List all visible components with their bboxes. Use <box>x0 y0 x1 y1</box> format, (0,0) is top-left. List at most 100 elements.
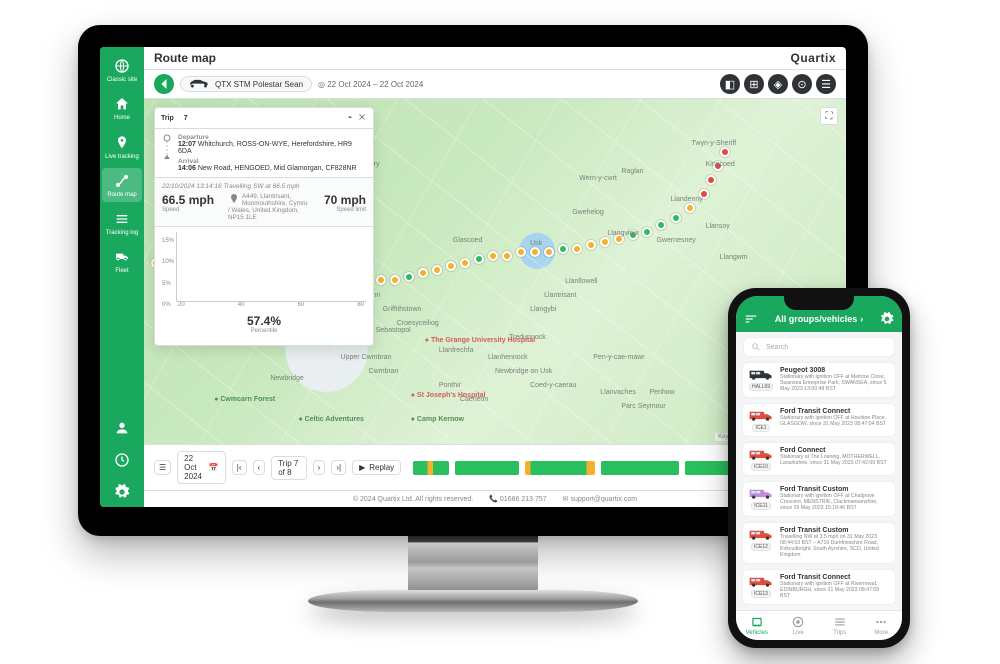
sidebar: Classic site Home Live tracking Route ma… <box>100 47 144 507</box>
close-icon[interactable] <box>357 112 367 122</box>
mobile-search[interactable]: Search <box>743 337 895 357</box>
last-trip-button[interactable]: ›| <box>331 460 346 475</box>
home-icon <box>113 95 131 113</box>
trip-pager[interactable]: Trip 7 of 8 <box>271 456 306 480</box>
nav-tab-live[interactable]: Live <box>778 611 820 640</box>
fullscreen-button[interactable]: ⛶ <box>820 107 838 125</box>
pin-icon <box>228 193 240 205</box>
sidebar-item-classic site[interactable]: Classic site <box>102 53 142 87</box>
place-label: Glascoed <box>453 237 483 244</box>
route-timeline-icon <box>162 134 172 162</box>
vehicle-id-tag: ICE13 <box>751 590 771 598</box>
sidebar-item-route map[interactable]: Route map <box>102 168 142 202</box>
place-label: Gwehelog <box>572 209 604 216</box>
place-label: Cwmbran <box>369 368 399 375</box>
globe-icon <box>113 57 131 75</box>
place-label: Usk <box>530 240 542 247</box>
place-label: Llanfrechfa <box>439 347 474 354</box>
vehicle-row[interactable]: ICE12 Ford Transit CustomTravelling NW a… <box>742 522 896 564</box>
sidebar-clock[interactable] <box>102 447 142 475</box>
brand-logo: Quartix <box>790 51 836 65</box>
nav-tab-trips[interactable]: Trips <box>819 611 861 640</box>
vehicle-row[interactable]: ICE1 Ford Transit ConnectStationary with… <box>742 403 896 437</box>
gear-icon[interactable] <box>880 312 894 326</box>
poi-label: ● Celtic Adventures <box>298 416 363 423</box>
sidebar-item-live tracking[interactable]: Live tracking <box>102 130 142 164</box>
place-label: Llanllowell <box>565 278 597 285</box>
date-picker[interactable]: 22 Oct 2024 📅 <box>177 451 226 484</box>
vehicle-row[interactable]: ICE10 Ford ConnectStationary at The Loan… <box>742 442 896 476</box>
trip-segment-strip[interactable] <box>413 461 781 475</box>
first-trip-button[interactable]: |‹ <box>232 460 247 475</box>
car-icon <box>189 79 211 89</box>
speed-histogram <box>176 232 366 302</box>
place-label: Upper Cwmbran <box>341 354 392 361</box>
vehicle-id-tag: ICE1 <box>752 424 769 432</box>
place-label: Llantrisant <box>544 292 576 299</box>
mapstyle-button-1[interactable]: ◧ <box>720 74 740 94</box>
mapstyle-button-5[interactable]: ☰ <box>816 74 836 94</box>
poi-label: ● St Joseph's Hospital <box>411 392 486 399</box>
mapstyle-button-2[interactable]: ⊞ <box>744 74 764 94</box>
back-button[interactable] <box>154 74 174 94</box>
trip-details-card: Trip 7 <box>154 107 374 346</box>
place-label: Llanvaches <box>600 389 635 396</box>
search-icon <box>751 342 761 352</box>
next-trip-button[interactable]: › <box>313 460 326 475</box>
prev-trip-button[interactable]: ‹ <box>253 460 266 475</box>
place-label: Raglan <box>621 168 643 175</box>
sidebar-user[interactable] <box>102 415 142 443</box>
vehicle-id-tag: ICE10 <box>751 463 771 471</box>
vehicle-id-tag: ICE12 <box>751 543 771 551</box>
place-label: Llanhennock <box>488 354 528 361</box>
nav-tab-more[interactable]: More <box>861 611 903 640</box>
group-selector[interactable]: All groups/vehicles › <box>775 314 864 324</box>
vehicle-row[interactable]: HALL69 Peugeot 3008Stationary with ignit… <box>742 362 896 398</box>
vehicle-id-tag: HALL69 <box>749 383 773 391</box>
place-label: Griffithstown <box>383 306 422 313</box>
vehicle-row[interactable]: ICE11 Ford Transit CustomStationary with… <box>742 481 896 517</box>
poi-label: ● Camp Kernow <box>411 416 464 423</box>
date-range: ◎ 22 Oct 2024 – 22 Oct 2024 <box>318 80 423 89</box>
place-label: Llangybi <box>530 306 556 313</box>
user-icon <box>113 419 131 437</box>
mobile-nav: Vehicles Live Trips More <box>736 610 902 640</box>
sidebar-item-fleet[interactable]: Fleet <box>102 244 142 278</box>
sidebar-gear[interactable] <box>102 479 142 507</box>
list-icon <box>113 210 131 228</box>
vehicle-row[interactable]: ICE13 Ford Transit ConnectStationary wit… <box>742 569 896 605</box>
place-label: Kingcoed <box>706 161 735 168</box>
truck-icon <box>113 248 131 266</box>
place-label: Wern-y-cwrt <box>579 175 617 182</box>
sidebar-item-tracking log[interactable]: Tracking log <box>102 206 142 240</box>
nav-tab-vehicles[interactable]: Vehicles <box>736 611 778 640</box>
place-label: Parc Seymour <box>621 403 665 410</box>
place-label: Gwernesney <box>656 237 695 244</box>
timeline-toggle[interactable]: ☰ <box>154 460 171 475</box>
vehicle-chip[interactable]: QTX STM Polestar Sean <box>180 76 312 92</box>
place-label: Coed-y-caerau <box>530 382 576 389</box>
place-label: Llangwm <box>720 254 748 261</box>
route-icon <box>113 172 131 190</box>
place-label: Sebastopol <box>376 327 411 334</box>
mapstyle-button-4[interactable]: ⊙ <box>792 74 812 94</box>
page-title: Route map <box>154 51 216 65</box>
poi-label: ● Cwmcarn Forest <box>214 396 275 403</box>
place-label: Twyn-y-Sheriff <box>692 140 737 147</box>
mapstyle-button-3[interactable]: ◈ <box>768 74 788 94</box>
vehicle-list[interactable]: HALL69 Peugeot 3008Stationary with ignit… <box>736 362 902 610</box>
replay-button[interactable]: ▶ Replay <box>352 460 401 475</box>
subheader: QTX STM Polestar Sean ◎ 22 Oct 2024 – 22… <box>144 70 846 99</box>
mobile-phone: All groups/vehicles › Search HALL69 Peug… <box>728 288 910 648</box>
gear-icon <box>113 483 131 501</box>
chevron-up-icon[interactable] <box>345 112 355 122</box>
sidebar-item-home[interactable]: Home <box>102 91 142 125</box>
place-label: Newbridge <box>270 375 303 382</box>
titlebar: Route map Quartix <box>144 47 846 70</box>
vehicle-chip-label: QTX STM Polestar Sean <box>215 80 303 89</box>
place-label: Penhow <box>649 389 674 396</box>
sort-icon[interactable] <box>744 312 758 326</box>
vehicle-id-tag: ICE11 <box>751 502 771 510</box>
place-label: Ponthir <box>439 382 461 389</box>
poi-label: ● The Grange University Hospital <box>425 337 535 344</box>
